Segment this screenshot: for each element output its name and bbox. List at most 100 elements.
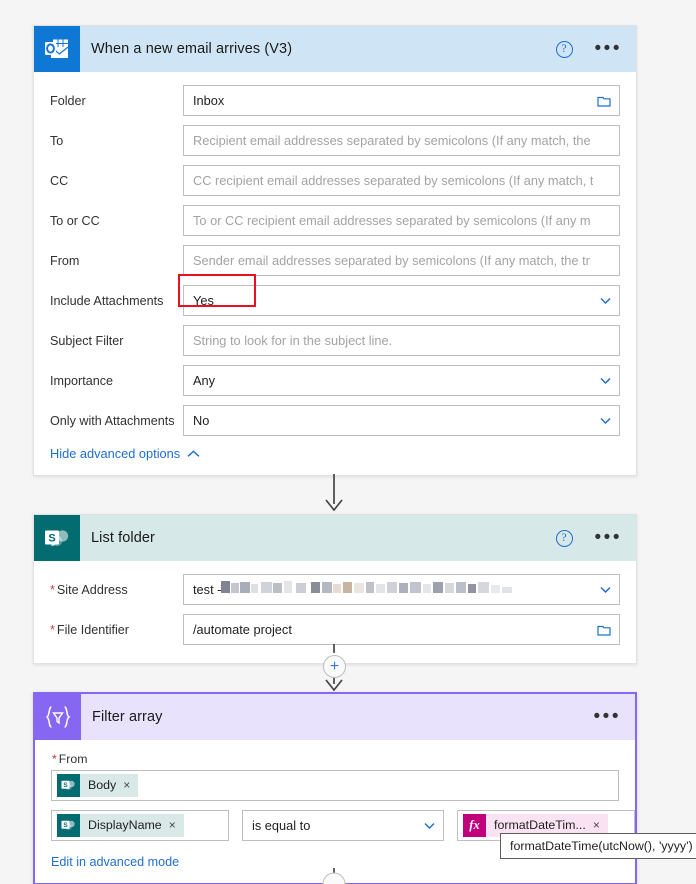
condition-operator-value: is equal to [252,818,311,833]
card-title-list-folder: List folder [91,530,155,546]
field-label-folder: Folder [50,93,86,108]
folder-picker-icon[interactable] [597,94,611,111]
connector-filter-array-bottom [0,868,696,884]
field-row-file-identifier: * File Identifier /automate project [50,613,620,646]
card-body-filter-array: * From S Body × S DisplayName × is equal… [35,740,635,883]
field-input-file-identifier[interactable]: /automate project [183,614,620,645]
field-label-only-with-attachments: Only with Attachments [50,413,175,428]
field-placeholder-to: Recipient email addresses separated by s… [193,133,591,148]
token-body[interactable]: S Body × [57,774,139,797]
field-label-subject-filter: Subject Filter [50,333,124,348]
field-input-from-array[interactable]: S Body × [51,770,619,801]
field-input-importance[interactable]: Any [183,365,620,396]
field-label-to-or-cc: To or CC [50,213,100,228]
help-icon[interactable]: ? [555,529,573,547]
folder-picker-icon[interactable] [597,623,611,640]
card-title-filter-array: Filter array [92,709,163,725]
insert-step-button[interactable]: + [323,655,346,678]
card-header-trigger[interactable]: When a new email arrives (V3) ? ••• [34,26,636,72]
card-body-trigger: Folder Inbox To Recipient email addresse… [34,72,636,475]
field-value-importance: Any [193,373,216,388]
connector-trigger-to-list-folder [0,474,696,519]
help-icon[interactable]: ? [555,40,573,58]
field-input-to-or-cc[interactable]: To or CC recipient email addresses separ… [183,205,620,236]
condition-left-operand[interactable]: S DisplayName × [51,810,229,841]
chevron-down-icon[interactable] [600,377,611,388]
sharepoint-icon: S [57,774,80,797]
field-row-subject-filter: Subject Filter String to look for in the… [50,324,620,357]
flow-designer-canvas: When a new email arrives (V3) ? ••• Fold… [0,0,696,884]
chevron-down-icon[interactable] [600,417,611,428]
field-value-site-address: test - [193,582,222,597]
field-row-include-attachments: Include Attachments Yes [50,284,620,317]
svg-text:S: S [63,782,68,789]
sharepoint-icon: S [57,814,80,837]
field-label-include-attachments: Include Attachments [50,293,164,308]
overflow-menu-icon[interactable]: ••• [594,707,621,726]
field-label-from: From [50,253,80,268]
field-input-only-with-attachments[interactable]: No [183,405,620,436]
card-header-filter-array[interactable]: Filter array ••• [35,694,635,740]
field-row-site-address: * Site Address test - [50,573,620,606]
field-placeholder-subject-filter: String to look for in the subject line. [193,333,393,348]
field-row-importance: Importance Any [50,364,620,397]
field-label-cc: CC [50,173,69,188]
connector-list-folder-to-filter-array [0,644,696,697]
chevron-up-icon [187,446,200,461]
overflow-menu-icon[interactable]: ••• [595,39,622,58]
token-displayname[interactable]: S DisplayName × [57,814,184,837]
field-placeholder-from: Sender email addresses separated by semi… [193,253,590,268]
field-row-folder: Folder Inbox [50,84,620,117]
remove-token-icon[interactable]: × [123,774,138,797]
field-input-cc[interactable]: CC recipient email addresses separated b… [183,165,620,196]
card-header-actions-trigger: ? ••• [555,26,622,72]
field-row-to-or-cc: To or CC To or CC recipient email addres… [50,204,620,237]
remove-token-icon[interactable]: × [169,814,184,837]
field-placeholder-cc: CC recipient email addresses separated b… [193,173,594,188]
field-row-cc: CC CC recipient email addresses separate… [50,164,620,197]
chevron-down-icon[interactable] [600,297,611,308]
chevron-down-icon[interactable] [600,586,611,597]
token-label: DisplayName [88,818,162,832]
required-asterisk: * [50,582,55,597]
field-input-folder[interactable]: Inbox [183,85,620,116]
card-title-trigger: When a new email arrives (V3) [91,41,293,57]
field-input-from[interactable]: Sender email addresses separated by semi… [183,245,620,276]
required-asterisk: * [52,752,57,766]
condition-operator-dropdown[interactable]: is equal to [242,810,444,841]
expression-tooltip: formatDateTime(utcNow(), 'yyyy') [500,833,696,859]
field-input-to[interactable]: Recipient email addresses separated by s… [183,125,620,156]
filter-array-icon [35,694,81,740]
field-value-include-attachments: Yes [193,293,214,308]
token-label: Body [88,778,117,792]
svg-text:S: S [63,822,68,829]
redacted-text-blur [221,580,521,599]
card-header-actions-list-folder: ? ••• [555,515,622,561]
required-asterisk: * [50,622,55,637]
field-label-file-identifier: * File Identifier [50,622,130,637]
field-row-to: To Recipient email addresses separated b… [50,124,620,157]
flow-step-card-trigger[interactable]: When a new email arrives (V3) ? ••• Fold… [33,25,637,476]
flow-step-card-list-folder[interactable]: S List folder ? ••• * Site Address test - [33,514,637,664]
field-label-from: * From [52,752,88,766]
hide-advanced-options-link[interactable]: Hide advanced options [50,446,200,461]
overflow-menu-icon[interactable]: ••• [595,528,622,547]
field-value-only-with-attachments: No [193,413,210,428]
field-label-importance: Importance [50,373,113,388]
field-row-only-with-attachments: Only with Attachments No [50,404,620,437]
sharepoint-icon: S [34,515,80,561]
field-input-subject-filter[interactable]: String to look for in the subject line. [183,325,620,356]
edit-in-advanced-mode-link[interactable]: Edit in advanced mode [51,855,179,869]
field-input-include-attachments[interactable]: Yes [183,285,620,316]
field-label-site-address: * Site Address [50,582,128,597]
field-placeholder-to-or-cc: To or CC recipient email addresses separ… [193,213,591,228]
field-label-to: To [50,133,64,148]
field-value-folder: Inbox [193,93,225,108]
chevron-down-icon[interactable] [424,822,435,833]
card-header-actions-filter-array: ••• [594,694,621,740]
card-header-list-folder[interactable]: S List folder ? ••• [34,515,636,561]
field-row-from: From Sender email addresses separated by… [50,244,620,277]
field-input-site-address[interactable]: test - [183,574,620,605]
outlook-icon [34,26,80,72]
field-value-file-identifier: /automate project [193,622,292,637]
